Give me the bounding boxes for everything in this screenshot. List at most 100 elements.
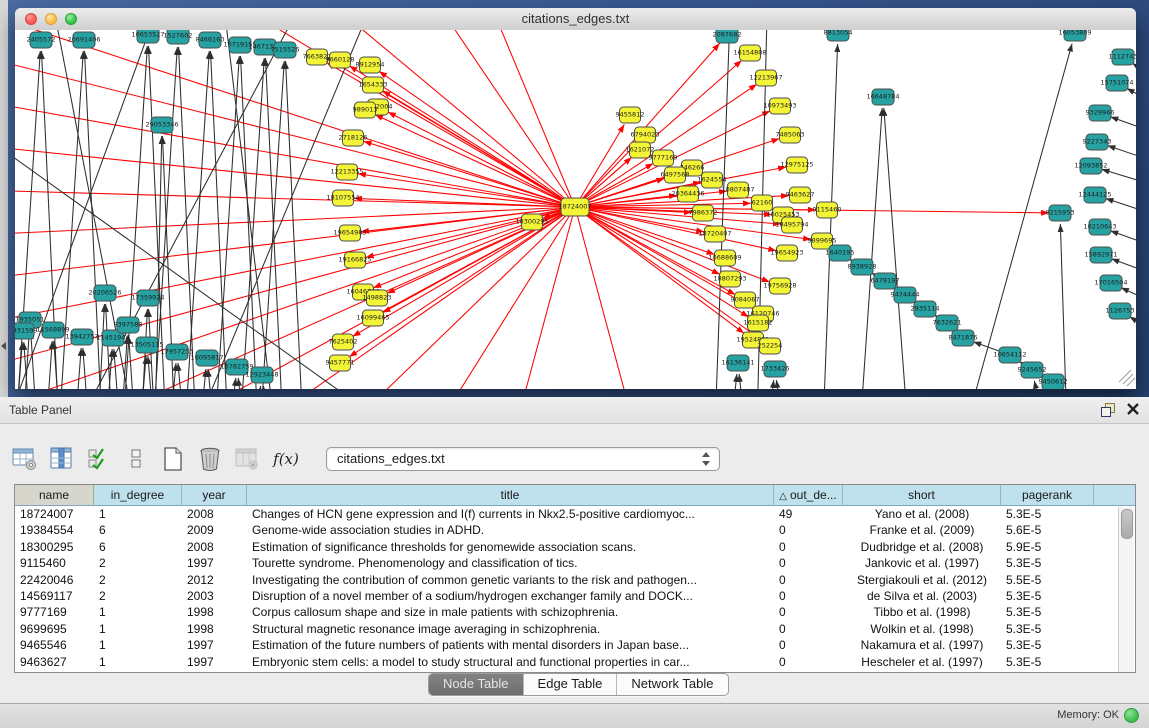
graph-node[interactable]: 13942757 <box>65 329 98 345</box>
graph-node[interactable]: 17957233 <box>160 344 193 360</box>
close-panel-icon[interactable] <box>1126 402 1140 416</box>
column-header-pagerank[interactable]: pagerank <box>1001 485 1094 506</box>
graph-node[interactable]: 9931599 <box>15 323 37 339</box>
graph-node[interactable]: 9463627 <box>786 187 815 203</box>
table-row[interactable]: 1456911722003Disruption of a novel membe… <box>15 588 1135 604</box>
row-height-icon[interactable] <box>121 444 151 474</box>
collapse-arrow-icon[interactable] <box>1 342 6 350</box>
graph-node[interactable]: 6794023 <box>631 127 660 143</box>
graph-node[interactable]: 10688609 <box>708 250 741 266</box>
function-fx-icon[interactable]: f(x) <box>269 444 303 474</box>
graph-node[interactable]: 7515526 <box>271 42 300 58</box>
table-row[interactable]: 1938455462009Genome-wide association stu… <box>15 522 1135 538</box>
column-header-out_degree[interactable]: △out_de... <box>774 485 843 506</box>
graph-node[interactable]: 9450612 <box>1039 374 1068 389</box>
table-row[interactable]: 946362711997Embryonic stem cells: a mode… <box>15 654 1135 670</box>
delete-trash-icon[interactable] <box>195 444 225 474</box>
graph-node[interactable]: 1527602 <box>164 30 193 44</box>
new-table-icon[interactable] <box>158 444 188 474</box>
graph-node[interactable]: 12093852 <box>1074 158 1107 174</box>
graph-node[interactable]: 7986372 <box>689 205 718 221</box>
graph-node[interactable]: 8813054 <box>824 30 853 41</box>
graph-node[interactable]: 16154808 <box>733 45 766 61</box>
graph-node[interactable]: 16053809 <box>1058 30 1091 41</box>
graph-node[interactable]: 10654112 <box>993 347 1026 363</box>
graph-node[interactable]: 19654983 <box>333 225 366 241</box>
network-graph[interactable]: 1872400718300295945581267940231621072977… <box>15 30 1136 389</box>
graph-node[interactable]: 20364436 <box>671 186 704 202</box>
graph-node[interactable]: 8938928 <box>848 259 877 275</box>
column-header-in_degree[interactable]: in_degree <box>94 485 182 506</box>
graph-node[interactable]: 29053346 <box>145 117 178 133</box>
graph-node[interactable]: 989013 <box>353 102 378 118</box>
graph-node[interactable]: 1640195 <box>826 245 855 261</box>
graph-node[interactable]: 6479197 <box>871 273 900 289</box>
graph-node[interactable]: 6497568 <box>661 167 690 183</box>
graph-node[interactable]: 16095817 <box>190 350 223 366</box>
table-row[interactable]: 946554611997Estimation of the future num… <box>15 637 1135 653</box>
graph-node[interactable]: 19654923 <box>770 245 803 261</box>
graph-node[interactable]: 1615182 <box>744 315 773 331</box>
graph-node[interactable]: 62160 <box>752 195 773 211</box>
graph-node[interactable]: 10807487 <box>721 182 754 198</box>
float-panel-icon[interactable] <box>1101 403 1115 417</box>
graph-node[interactable]: 1733426 <box>761 361 790 377</box>
column-header-year[interactable]: year <box>182 485 247 506</box>
tab-network-table[interactable]: Network Table <box>617 674 727 695</box>
table-selector-combobox[interactable]: citations_edges.txt <box>326 447 720 471</box>
graph-node[interactable]: 18724007 <box>558 198 591 216</box>
graph-node[interactable]: 7485063 <box>776 127 805 143</box>
graph-node[interactable]: 2718126 <box>339 130 368 146</box>
table-row[interactable]: 2242004622012Investigating the contribut… <box>15 572 1135 588</box>
table-row[interactable]: 969969511998Structural magnetic resonanc… <box>15 621 1135 637</box>
graph-node[interactable]: 1654333 <box>359 77 388 93</box>
graph-node[interactable]: 8912954 <box>356 57 385 73</box>
graph-node[interactable]: 9115460 <box>813 202 842 218</box>
graph-node[interactable]: 9084067 <box>731 292 760 308</box>
graph-node[interactable]: 20206526 <box>88 285 121 301</box>
graph-node[interactable]: 12444125 <box>1078 187 1111 203</box>
graph-node[interactable]: 9777169 <box>649 150 678 166</box>
graph-node[interactable]: 15892971 <box>1084 247 1117 263</box>
graph-node[interactable]: 9474444 <box>891 287 920 303</box>
graph-node[interactable]: 9660128 <box>326 52 355 68</box>
graph-node[interactable]: 9457771 <box>326 355 355 371</box>
table-row[interactable]: 911546021997Tourette syndrome. Phenomeno… <box>15 555 1135 571</box>
graph-node[interactable]: 15751074 <box>1100 75 1133 91</box>
graph-node[interactable]: 12213967 <box>749 70 782 86</box>
table-scrollbar-thumb[interactable] <box>1121 509 1133 539</box>
graph-node[interactable]: 2935114 <box>911 301 940 317</box>
table-column-icon[interactable] <box>47 444 77 474</box>
table-row[interactable]: 1830029562008Estimation of significance … <box>15 539 1135 555</box>
graph-node[interactable]: 9245652 <box>1018 362 1047 378</box>
graph-node[interactable]: 18107554 <box>326 190 359 206</box>
graph-node[interactable]: 252254 <box>758 338 783 354</box>
column-header-name[interactable]: name <box>15 485 94 506</box>
graph-node[interactable]: 8215953 <box>1046 205 1075 221</box>
graph-node[interactable]: 16210643 <box>1083 219 1116 235</box>
tab-edge-table[interactable]: Edge Table <box>524 674 618 695</box>
graph-node[interactable]: 7632621 <box>933 315 962 331</box>
graph-node[interactable]: 19166825 <box>338 252 371 268</box>
graph-node[interactable]: 2087682 <box>713 30 742 43</box>
graph-node[interactable]: 9455812 <box>616 107 645 123</box>
graph-node[interactable]: 1126753 <box>1106 303 1135 319</box>
graph-node[interactable]: 10653527 <box>131 30 164 43</box>
graph-node[interactable]: 20691406 <box>67 32 100 48</box>
graph-node[interactable]: 9397588 <box>114 317 143 333</box>
graph-node[interactable]: 7625402 <box>329 334 358 350</box>
graph-node[interactable]: 16136141 <box>721 355 754 371</box>
graph-node[interactable]: 12975125 <box>780 157 813 173</box>
column-header-short[interactable]: short <box>843 485 1001 506</box>
graph-node[interactable]: 8471876 <box>949 330 978 346</box>
graph-node[interactable]: 1498823 <box>363 290 392 306</box>
graph-node[interactable]: 9227343 <box>1083 134 1112 150</box>
graph-node[interactable]: 16648784 <box>866 89 899 105</box>
graph-node[interactable]: 8466160 <box>196 32 225 48</box>
tab-node-table[interactable]: Node Table <box>429 674 524 695</box>
graph-node[interactable]: 19756928 <box>763 278 796 294</box>
window-titlebar[interactable]: citations_edges.txt <box>15 8 1136 31</box>
graph-node[interactable]: 1112743 <box>1109 49 1136 65</box>
table-row[interactable]: 1872400712008Changes of HCN gene express… <box>15 506 1135 522</box>
table-settings-icon[interactable] <box>10 444 40 474</box>
